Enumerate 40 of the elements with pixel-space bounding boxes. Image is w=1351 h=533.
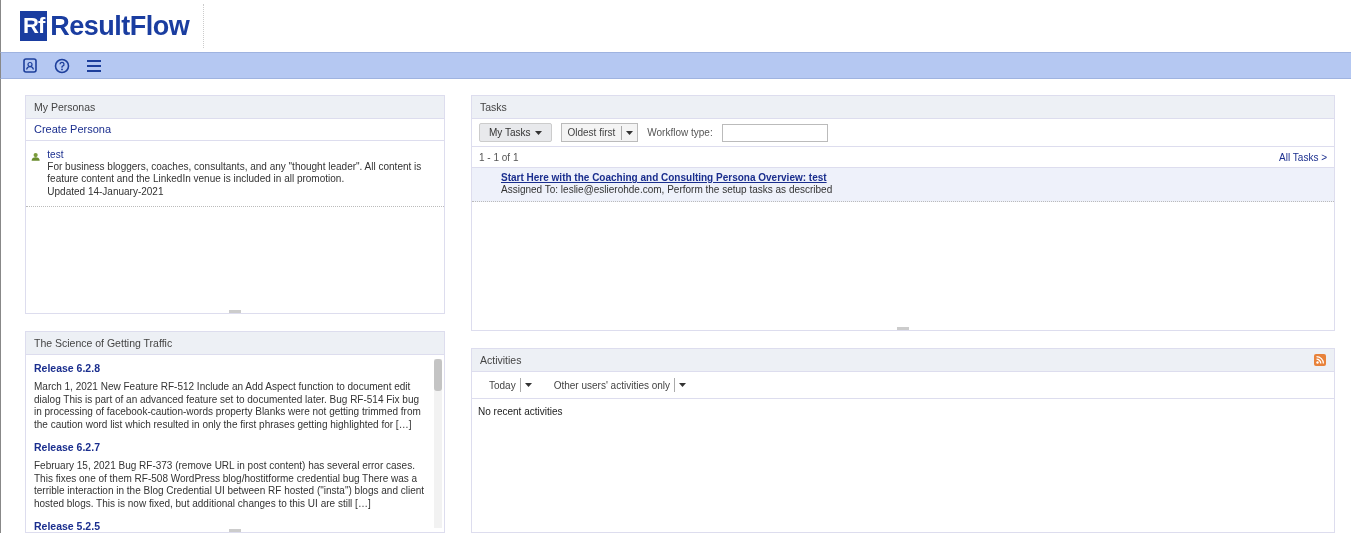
- result-count: 1 - 1 of 1: [479, 152, 519, 163]
- panel-title: The Science of Getting Traffic: [26, 332, 444, 355]
- workflow-type-field[interactable]: [721, 123, 828, 142]
- scrollbar-thumb[interactable]: [434, 359, 442, 391]
- panel-title: My Personas: [26, 96, 444, 119]
- persona-link[interactable]: test: [47, 149, 64, 160]
- help-icon[interactable]: [54, 57, 70, 74]
- post-title-link[interactable]: Release 6.2.8: [34, 362, 100, 374]
- sort-dropdown[interactable]: Oldest first: [560, 123, 639, 142]
- caret-icon: [679, 383, 687, 387]
- post-title-link[interactable]: Release 6.2.7: [34, 441, 100, 453]
- logo-text: ResultFlow: [50, 10, 190, 42]
- panel-title: Activities: [480, 354, 522, 366]
- menu-icon[interactable]: [86, 57, 102, 74]
- resize-handle[interactable]: [897, 327, 909, 330]
- resize-handle[interactable]: [229, 529, 241, 532]
- post-text: March 1, 2021 New Feature RF-512 Include an Add Aspect function to document edit dialog This is part of an advanced feature set to documented later. Bug RF-514 Fix bug in processing of facebook-caution-words property Blanks were not getting trimmed from the caution word list which resulted in only the first phrases getting highlighted for […]: [34, 381, 422, 431]
- panel-title: Tasks: [472, 96, 1334, 119]
- updated-date: Updated 14-January-2021: [47, 186, 165, 198]
- post-title-link[interactable]: Release 5.2.5: [34, 520, 100, 532]
- task-detail: Assigned To: leslie@eslierohde.com, Perform the setup tasks as described: [501, 184, 834, 195]
- account-icon[interactable]: [22, 57, 38, 74]
- my-tasks-dropdown[interactable]: My Tasks: [479, 123, 552, 142]
- task-title-link[interactable]: Start Here with the Coaching and Consulting Persona Overview: test: [501, 172, 827, 183]
- post-text: February 15, 2021 Bug RF-373 (remove URL in post content) has several error cases. This fixes one of them RF-508 WordPress blog/hostitforme credential bug There was a terrible interaction in the Blog Credential UI between RF hosted ("insta") blogs and client hosted blogs. This is now fixed, but additional changes to this UI are still […]: [34, 460, 426, 510]
- task-row[interactable]: Start Here with the Coaching and Consulting Persona Overview: test Assigned To: leslie@eslierohde.com, Perform the setup tasks as described: [472, 168, 1334, 202]
- period-dropdown[interactable]: Today: [485, 378, 536, 392]
- rss-icon[interactable]: [1314, 354, 1326, 366]
- resize-handle[interactable]: [229, 310, 241, 313]
- caret-icon: [524, 383, 532, 387]
- workflow-type-label: Workflow type:: [647, 127, 713, 138]
- scrollbar[interactable]: [434, 359, 442, 528]
- caret-icon: [534, 130, 542, 135]
- logo-mark: Rf: [20, 11, 48, 41]
- create-persona-link[interactable]: Create Persona: [34, 123, 112, 135]
- persona-description: For business bloggers, coaches, consultants, and any "thought leader". All content is feature content and the LinkedIn venue is included in all promotion.: [47, 161, 423, 185]
- caret-icon: [626, 130, 634, 135]
- scope-dropdown[interactable]: Other users' activities only: [549, 378, 691, 392]
- empty-message: No recent activities: [477, 405, 564, 419]
- all-tasks-link[interactable]: All Tasks >: [1279, 152, 1327, 163]
